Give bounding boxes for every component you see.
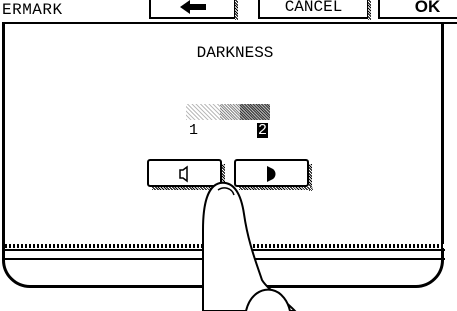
touch-panel-screen: ERMARK CANCEL OK DARKNESS 1 2 <box>0 0 457 311</box>
pointing-finger-icon <box>202 181 297 311</box>
